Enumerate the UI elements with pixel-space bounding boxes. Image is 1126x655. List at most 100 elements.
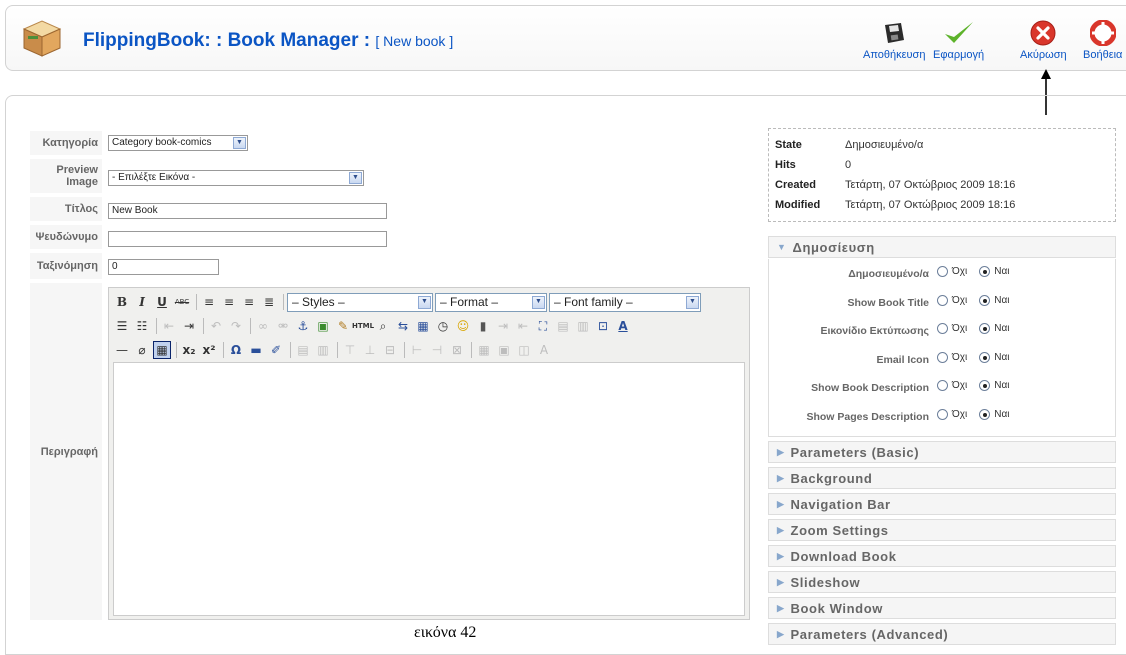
apply-label: Εφαρμογή [933, 49, 985, 61]
row-after-icon[interactable]: ⊥ [361, 341, 379, 359]
replace-icon[interactable]: ⇆ [394, 317, 412, 335]
cleanup-icon[interactable]: ✎ [334, 317, 352, 335]
cancel-button[interactable]: Ακύρωση [1020, 20, 1067, 61]
editor-toolbar-row-1: B I U ABC ≡ ≡ ≡ ≣ – Styles – ▼ – Format … [113, 291, 703, 313]
redo-icon[interactable]: ↷ [227, 317, 245, 335]
bullet-list-icon[interactable]: ☰ [113, 317, 131, 335]
panel-header[interactable]: ▶ Slideshow [768, 571, 1116, 593]
panel-header[interactable]: ▶ Book Window [768, 597, 1116, 619]
triangle-right-icon: ▶ [777, 602, 785, 613]
editor-content-area[interactable] [113, 362, 745, 616]
special-char-icon[interactable]: Ω [227, 341, 245, 359]
delete-col-icon[interactable]: ⊠ [448, 341, 466, 359]
horizontal-rule-icon[interactable]: — [113, 341, 131, 359]
merge-cells-icon[interactable]: ▣ [495, 341, 513, 359]
ordering-input[interactable]: 0 [108, 259, 219, 275]
title-input[interactable]: New Book [108, 203, 387, 219]
table-icon[interactable]: ▤ [294, 341, 312, 359]
radio-yes[interactable] [979, 409, 991, 420]
table-props-icon[interactable]: ▥ [314, 341, 332, 359]
underline-icon[interactable]: U [153, 293, 171, 311]
insert-date-icon[interactable]: ▦ [414, 317, 432, 335]
panel-header[interactable]: ▶ Download Book [768, 545, 1116, 567]
style-props-icon[interactable]: A [535, 341, 553, 359]
cell-props-icon[interactable]: ◫ [515, 341, 533, 359]
radio-yes[interactable] [979, 380, 991, 391]
link-icon[interactable]: ∞ [254, 317, 272, 335]
superscript-icon[interactable]: x² [200, 341, 218, 359]
outdent-icon[interactable]: ⇤ [160, 317, 178, 335]
radio-yes-label: Ναι [994, 409, 1010, 420]
align-justify-icon[interactable]: ≣ [260, 293, 278, 311]
save-button[interactable]: Αποθήκευση [863, 20, 925, 61]
paste-text-icon[interactable]: ▤ [554, 317, 572, 335]
publish-option-radios: Όχι Ναι [937, 266, 1021, 277]
align-left-icon[interactable]: ≡ [200, 293, 218, 311]
col-after-icon[interactable]: ⊣ [428, 341, 446, 359]
text-color-icon[interactable]: A [614, 317, 632, 335]
panel-header[interactable]: ▶ Navigation Bar [768, 493, 1116, 515]
radio-no[interactable] [937, 323, 948, 334]
media-icon[interactable]: ▮ [474, 317, 492, 335]
align-right-icon[interactable]: ≡ [240, 293, 258, 311]
panel-header[interactable]: ▶ Zoom Settings [768, 519, 1116, 541]
bold-icon[interactable]: B [113, 293, 131, 311]
fullscreen-icon[interactable]: ⛶ [534, 317, 552, 335]
panel-header[interactable]: ▶ Parameters (Basic) [768, 441, 1116, 463]
paste-word-icon[interactable]: ▥ [574, 317, 592, 335]
col-before-icon[interactable]: ⊢ [408, 341, 426, 359]
radio-no-label: Όχι [952, 409, 968, 420]
radio-no[interactable] [937, 295, 948, 306]
radio-yes[interactable] [979, 352, 991, 363]
unlink-icon[interactable]: ⚮ [274, 317, 292, 335]
radio-yes[interactable] [979, 266, 991, 277]
image-icon[interactable]: ▣ [314, 317, 332, 335]
radio-no[interactable] [937, 266, 948, 277]
ltr-icon[interactable]: ⇥ [494, 317, 512, 335]
radio-no[interactable] [937, 352, 948, 363]
row-before-icon[interactable]: ⊤ [341, 341, 359, 359]
radio-yes[interactable] [979, 295, 991, 306]
radio-yes[interactable] [979, 323, 991, 334]
strikethrough-icon[interactable]: ABC [173, 293, 191, 311]
anchor-icon[interactable]: ⚓ [294, 317, 312, 335]
insert-line-icon[interactable]: ▬ [247, 341, 265, 359]
apply-button[interactable]: Εφαρμογή [933, 20, 984, 61]
info-row-state: State Δημοσιευμένο/α [775, 135, 1109, 155]
numbered-list-icon[interactable]: ☷ [133, 317, 151, 335]
delete-row-icon[interactable]: ⊟ [381, 341, 399, 359]
visual-aid-icon[interactable]: ▦ [153, 341, 171, 359]
category-select[interactable]: Category book-comics ▼ [108, 135, 248, 151]
insert-time-icon[interactable]: ◷ [434, 317, 452, 335]
radio-yes-label: Ναι [994, 266, 1010, 277]
radio-no[interactable] [937, 380, 948, 391]
font-family-select[interactable]: – Font family – ▼ [549, 292, 701, 312]
cancel-label: Ακύρωση [1020, 49, 1067, 61]
panel-header[interactable]: ▶ Parameters (Advanced) [768, 623, 1116, 645]
edit-icon[interactable]: ✐ [267, 341, 285, 359]
emoticon-icon[interactable]: ☺ [454, 317, 472, 335]
split-cells-icon[interactable]: ▦ [475, 341, 493, 359]
html-icon[interactable]: HTML [352, 317, 374, 335]
help-button[interactable]: Βοήθεια [1083, 20, 1122, 61]
panel-header[interactable]: ▶ Background [768, 467, 1116, 489]
find-icon[interactable]: ⌕ [374, 317, 392, 335]
radio-no[interactable] [937, 409, 948, 420]
publish-panel-header[interactable]: ▼ Δημοσίευση [768, 236, 1116, 258]
preview-image-select[interactable]: - Επιλέξτε Εικόνα - ▼ [108, 170, 364, 186]
remove-format-icon[interactable]: ⌀ [133, 341, 151, 359]
publish-option-radios: Όχι Ναι [937, 409, 1021, 420]
alias-input[interactable] [108, 231, 387, 247]
styles-select[interactable]: – Styles – ▼ [287, 292, 433, 312]
select-all-icon[interactable]: ⊡ [594, 317, 612, 335]
page-title: FlippingBook: : Book Manager : [ New boo… [83, 30, 453, 52]
indent-icon[interactable]: ⇥ [180, 317, 198, 335]
format-select[interactable]: – Format – ▼ [435, 292, 547, 312]
align-center-icon[interactable]: ≡ [220, 293, 238, 311]
undo-icon[interactable]: ↶ [207, 317, 225, 335]
rtl-icon[interactable]: ⇤ [514, 317, 532, 335]
triangle-right-icon: ▶ [777, 576, 785, 587]
subscript-icon[interactable]: x₂ [180, 341, 198, 359]
created-key: Created [775, 179, 816, 191]
italic-icon[interactable]: I [133, 293, 151, 311]
